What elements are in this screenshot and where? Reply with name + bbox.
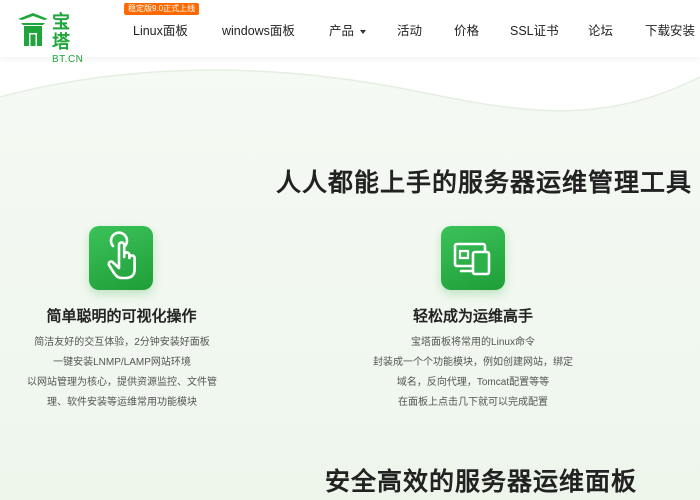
nav-linux-panel[interactable]: Linux面板: [133, 20, 188, 39]
feature-desc-line: 域名，反向代理，Tomcat配置等等: [396, 377, 550, 388]
nav-windows-panel[interactable]: windows面板: [222, 20, 295, 39]
feature-title-expert: 轻松成为运维高手: [412, 308, 533, 325]
nav-products[interactable]: 产品: [329, 20, 367, 39]
top-navbar: 宝塔 BT.CN 稳定版9.0正式上线 Linux面板 windows面板 产品…: [0, 0, 700, 65]
nav-forum[interactable]: 论坛: [588, 20, 613, 39]
nav-products-label: 产品: [329, 24, 355, 38]
feature-desc-visual: 简洁友好的交互体验，2分钟安装好面板 一键安装LNMP/LAMP网站环境 以网站…: [12, 333, 232, 413]
logo-name-cn: 宝塔: [52, 12, 71, 52]
feature-desc-line: 理、软件安装等运维常用功能模块: [47, 397, 197, 408]
section-title: 人人都能上手的服务器运维管理工具: [276, 169, 693, 197]
feature-desc-line: 封装成一个个功能模块，例如创建网站，绑定: [373, 357, 573, 368]
promo-badge[interactable]: 稳定版9.0正式上线: [124, 3, 200, 15]
pagoda-logo-icon: [18, 13, 48, 46]
feature-desc-line: 宝塔面板将常用的Linux命令: [411, 337, 535, 348]
feature-desc-expert: 宝塔面板将常用的Linux命令 封装成一个个功能模块，例如创建网站，绑定 域名，…: [363, 333, 583, 413]
logo-name-en: BT.CN: [52, 54, 84, 65]
feature-desc-line: 在面板上点击几下就可以完成配置: [398, 397, 548, 408]
touch-hand-icon: [107, 231, 136, 280]
feature-desc-line: 以网站管理为核心，提供资源监控、文件管: [27, 377, 217, 388]
nav-activities[interactable]: 活动: [397, 20, 422, 39]
logo[interactable]: 宝塔 BT.CN: [16, 9, 88, 65]
nav-download[interactable]: 下载安装: [645, 20, 695, 39]
feature-desc-line: 一键安装LNMP/LAMP网站环境: [53, 357, 191, 368]
feature-desc-line: 简洁友好的交互体验，2分钟安装好面板: [34, 337, 210, 348]
wave-decoration: [0, 57, 700, 112]
nav-pricing[interactable]: 价格: [454, 20, 479, 39]
section-title-2: 安全高效的服务器运维面板: [325, 468, 638, 496]
feature-icon-touch: [89, 226, 153, 290]
nav-ssl[interactable]: SSL证书: [510, 20, 559, 39]
feature-icon-devices: [441, 226, 505, 290]
chevron-down-icon: [360, 29, 367, 34]
devices-icon: [453, 242, 491, 276]
feature-title-visual: 简单聪明的可视化操作: [46, 308, 197, 325]
